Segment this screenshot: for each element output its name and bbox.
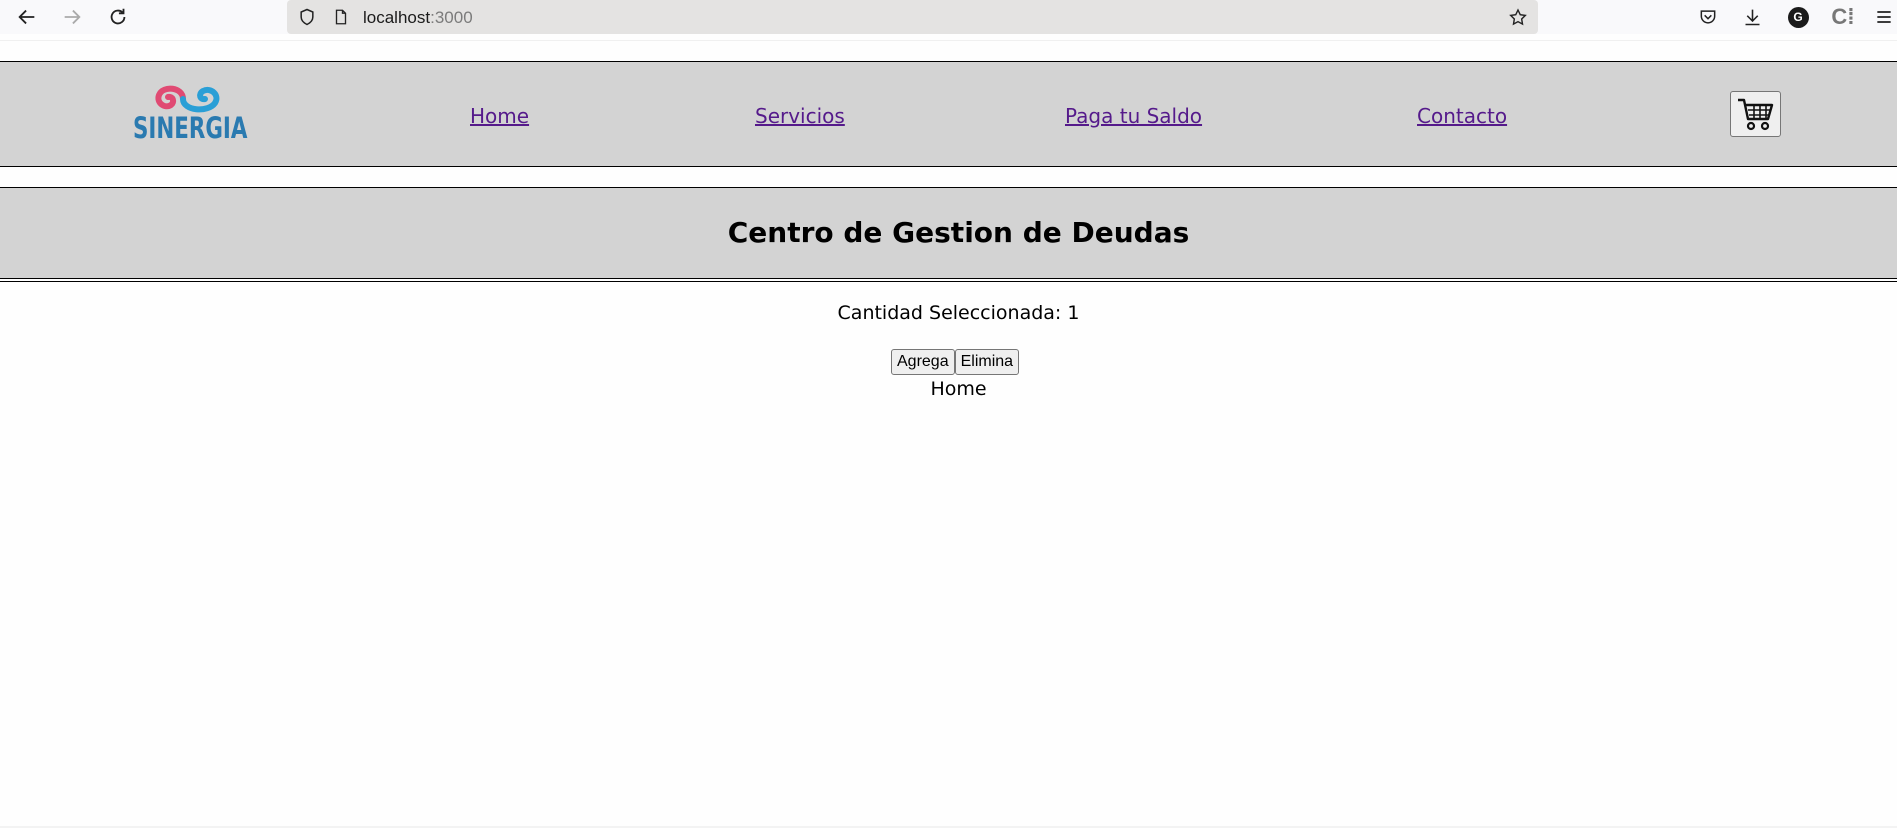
browser-toolbar: localhost:3000 G C⁞ <box>0 0 1897 34</box>
nav-link-contacto[interactable]: Contacto <box>1417 104 1507 128</box>
download-icon[interactable] <box>1739 4 1765 30</box>
nav-link-paga-tu-saldo[interactable]: Paga tu Saldo <box>1065 104 1202 128</box>
home-text: Home <box>930 378 987 400</box>
page-title: Centro de Gestion de Deudas <box>727 216 1190 249</box>
extension-label: C⁞ <box>1831 4 1855 29</box>
navbar: SINERGIA Home Servicios Paga tu Saldo Co… <box>0 61 1897 167</box>
pocket-icon[interactable] <box>1695 4 1721 30</box>
url-bar[interactable]: localhost:3000 <box>287 0 1538 34</box>
nav-link-servicios[interactable]: Servicios <box>755 104 845 128</box>
cart-button[interactable] <box>1730 91 1781 137</box>
account-initial: G <box>1787 6 1809 28</box>
remove-button[interactable]: Elimina <box>954 349 1020 375</box>
shield-icon[interactable] <box>297 7 317 27</box>
quantity-text: Cantidad Seleccionada: 1 <box>837 302 1080 324</box>
account-icon[interactable]: G <box>1785 4 1811 30</box>
cart-icon <box>1737 98 1773 131</box>
star-icon[interactable] <box>1508 7 1528 27</box>
url-text[interactable]: localhost:3000 <box>363 8 473 28</box>
page-banner: Centro de Gestion de Deudas <box>0 187 1897 279</box>
chrome-divider <box>0 40 1897 41</box>
nav-link-home[interactable]: Home <box>470 104 529 128</box>
back-icon[interactable] <box>12 2 42 32</box>
logo[interactable]: SINERGIA <box>133 81 248 149</box>
forward-icon[interactable] <box>57 2 87 32</box>
add-button[interactable]: Agrega <box>891 349 955 375</box>
extension-icon[interactable]: C⁞ <box>1830 4 1856 30</box>
menu-icon[interactable] <box>1873 4 1895 30</box>
reload-icon[interactable] <box>103 2 133 32</box>
logo-text: SINERGIA <box>133 111 248 145</box>
quantity-controls: Agrega Elimina <box>891 349 1020 375</box>
page-icon[interactable] <box>331 7 351 27</box>
